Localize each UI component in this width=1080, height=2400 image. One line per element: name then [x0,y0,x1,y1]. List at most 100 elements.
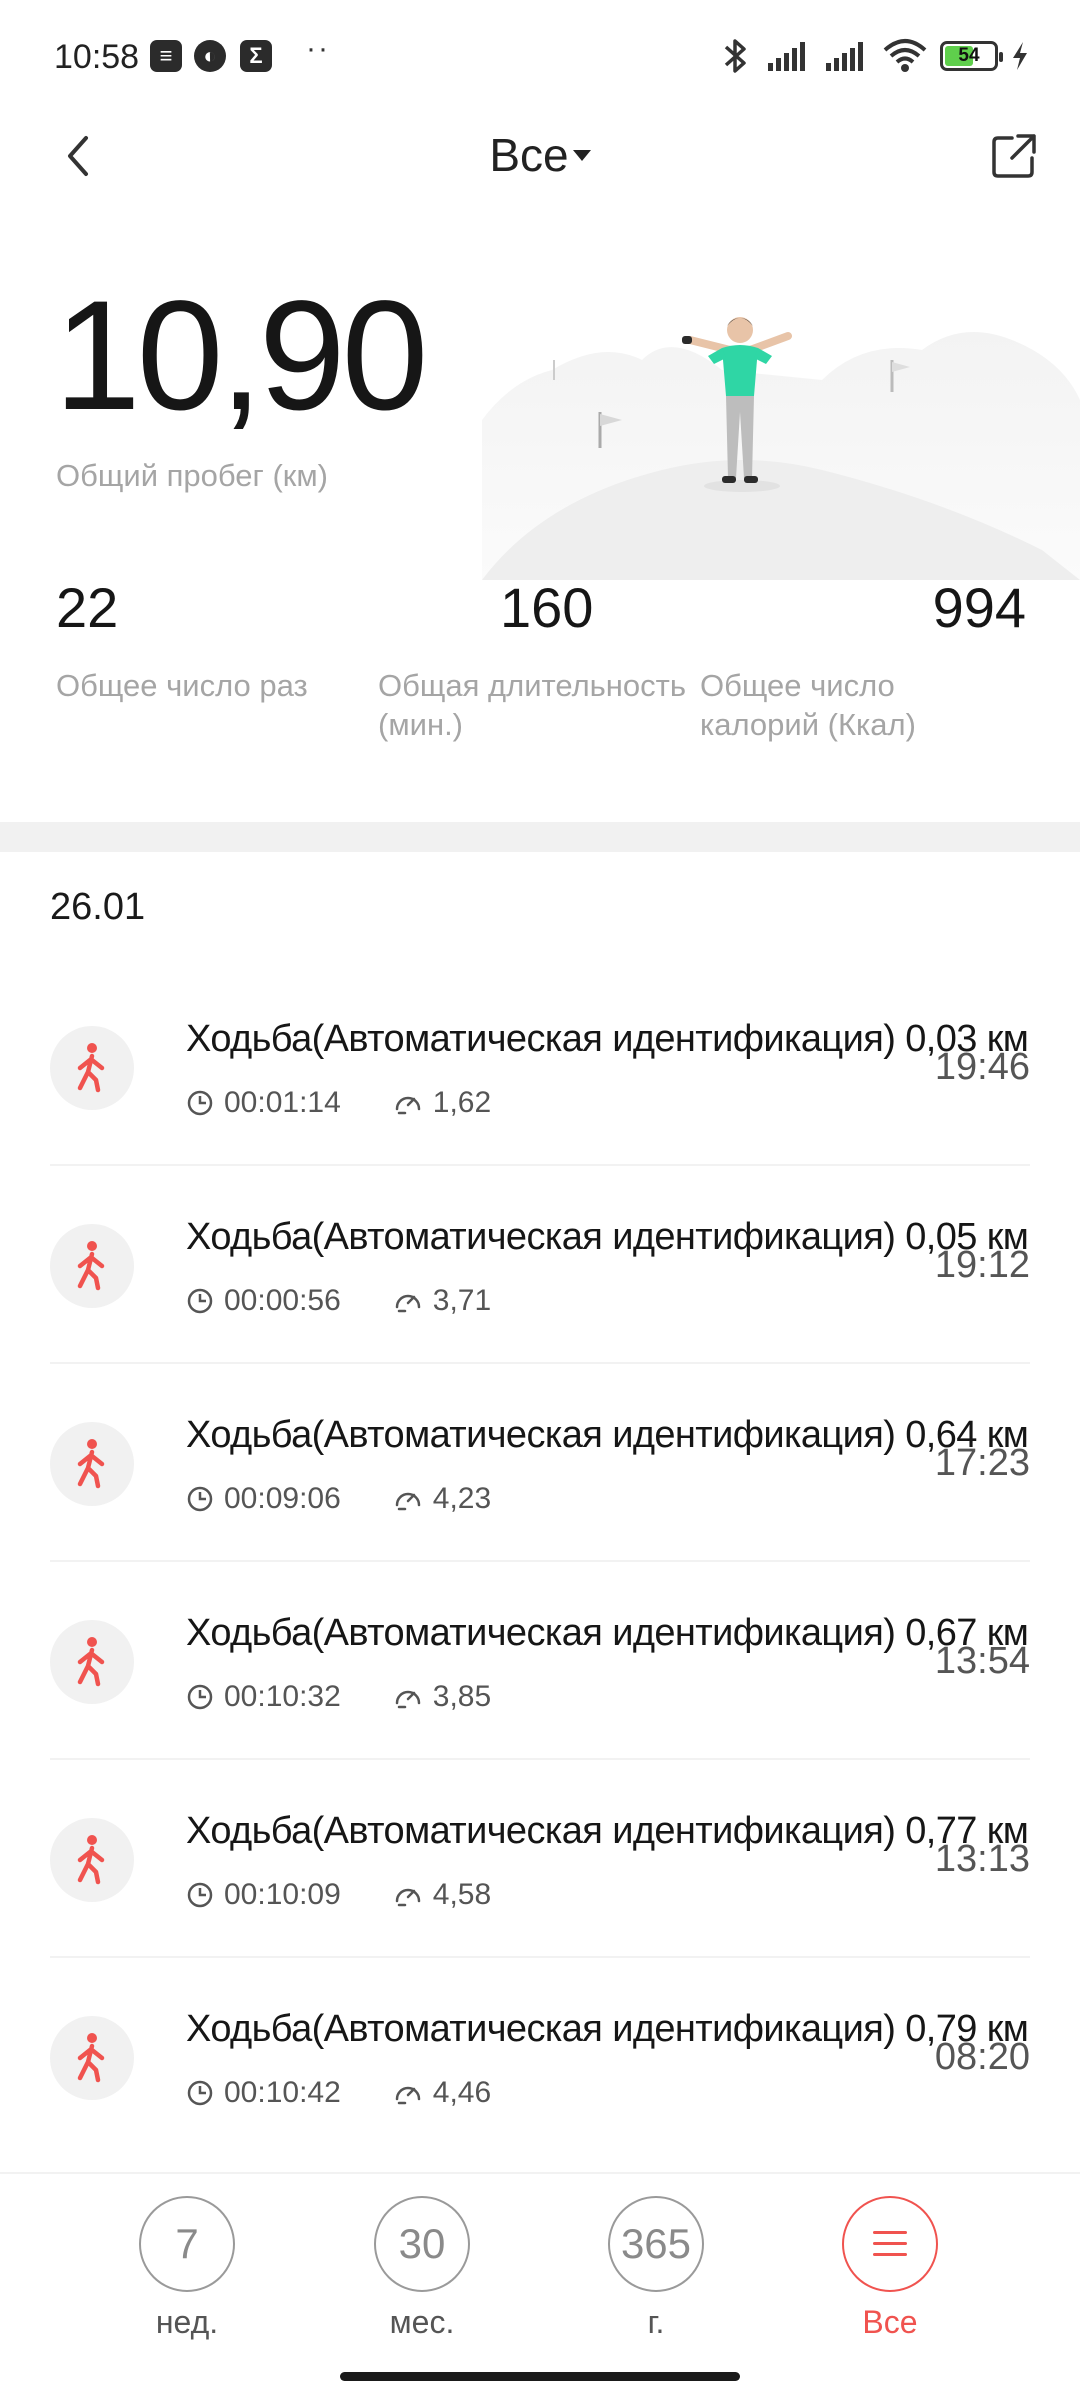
menu-icon [873,2230,907,2257]
nav-label: нед. [155,2304,219,2340]
activity-time: 08:20 [934,2036,1030,2078]
nav-week[interactable]: 7 нед. [117,2196,257,2341]
stat-total-calories: 994 Общее число калорий (Ккал) [700,580,1026,744]
caret-down-icon [572,150,591,161]
activity-speed: 4,23 [432,1482,492,1515]
nav-label: г. [647,2304,665,2340]
nav-circle: 30 [374,2196,470,2292]
walking-avatar [50,1224,134,1308]
stat-total-duration: 160 Общая длительность (мин.) [378,580,696,744]
speedometer-icon [395,1492,421,1511]
speedometer-icon [395,1096,421,1115]
walking-icon [77,1835,105,1885]
activity-title: Ходьба(Автоматическая идентификация) [186,1612,896,1654]
speedometer-icon [395,1888,421,1907]
nav-circle [842,2196,938,2292]
celebration-illustration [482,317,1080,580]
sigma-icon: Σ [240,40,272,72]
clock-icon [187,1486,213,1512]
walking-avatar [50,1620,134,1704]
more-notifications-icon: ·· [306,32,330,65]
signal-icon [768,42,805,71]
list-item[interactable]: Ходьба(Автоматическая идентификация) 0,7… [0,1958,1080,2156]
activity-duration: 00:10:32 [224,1680,341,1713]
clock-icon [187,1882,213,1908]
share-icon[interactable] [988,130,1040,182]
nav-year[interactable]: 365 г. [586,2196,726,2341]
walking-icon [77,2033,105,2083]
activity-duration: 00:10:09 [224,1878,341,1911]
list-item[interactable]: Ходьба(Автоматическая идентификация) 0,0… [0,1166,1080,1364]
clock-icon [187,1684,213,1710]
nav-month[interactable]: 30 мес. [352,2196,492,2341]
activity-time: 17:23 [934,1442,1030,1484]
stat-value: 22 [56,576,119,639]
bluetooth-icon [724,39,746,73]
activity-speed: 4,46 [432,2076,492,2109]
total-distance-value: 10,90 [54,269,428,443]
status-bar: 10:58 ≡ ◐ Σ ·· 54 [0,0,1080,118]
activity-meta: 00:01:14 1,62 [186,1086,491,1120]
date-header: 26.01 [50,886,146,928]
activity-speed: 3,85 [432,1680,492,1713]
activity-time: 19:12 [934,1244,1030,1286]
list-item[interactable]: Ходьба(Автоматическая идентификация) 0,6… [0,1364,1080,1562]
activity-meta: 00:09:06 4,23 [186,1482,491,1516]
app-icon: ◐ [194,40,226,72]
stat-total-count: 22 Общее число раз [56,580,336,705]
walking-icon [77,1241,105,1291]
activity-speed: 1,62 [432,1086,492,1119]
walking-avatar [50,1422,134,1506]
activity-title-line: Ходьба(Автоматическая идентификация) 0,7… [186,1810,1029,1853]
stat-label: Общая длительность (мин.) [378,668,687,742]
nav-label: мес. [389,2304,455,2340]
activity-meta: 00:10:42 4,46 [186,2076,491,2110]
status-indicators: 54 [718,36,1030,76]
activity-title-line: Ходьба(Автоматическая идентификация) 0,6… [186,1612,1029,1655]
list-item[interactable]: Ходьба(Автоматическая идентификация) 0,0… [0,968,1080,1166]
walking-icon [77,1043,105,1093]
activity-meta: 00:10:09 4,58 [186,1878,491,1912]
activity-title-line: Ходьба(Автоматическая идентификация) 0,7… [186,2008,1029,2051]
stat-label: Общее число раз [56,668,308,703]
walking-icon [77,1439,105,1489]
nav-label: Все [862,2304,918,2340]
list-item[interactable]: Ходьба(Автоматическая идентификация) 0,6… [0,1562,1080,1760]
activity-duration: 00:10:42 [224,2076,341,2109]
battery-icon: 54 [940,41,1003,71]
activity-time: 13:13 [934,1838,1030,1880]
activity-meta: 00:10:32 3,85 [186,1680,491,1714]
speedometer-icon [395,1294,421,1313]
clock-icon [187,1090,213,1116]
activity-list: Ходьба(Автоматическая идентификация) 0,0… [0,968,1080,2156]
activity-duration: 00:09:06 [224,1482,341,1515]
stat-value: 994 [932,576,1026,639]
list-item[interactable]: Ходьба(Автоматическая идентификация) 0,7… [0,1760,1080,1958]
battery-level-text: 54 [958,45,980,66]
activity-title-line: Ходьба(Автоматическая идентификация) 0,0… [186,1018,1029,1061]
stat-label: Общее число калорий (Ккал) [700,668,916,742]
nav-circle: 7 [139,2196,235,2292]
activity-title-line: Ходьба(Автоматическая идентификация) 0,0… [186,1216,1029,1259]
notification-icon: ≡ [150,40,182,72]
nav-all[interactable]: Все [820,2196,960,2341]
walking-avatar [50,1026,134,1110]
walking-icon [77,1637,105,1687]
wifi-icon [883,39,927,72]
activity-time: 19:46 [934,1046,1030,1088]
section-divider [0,822,1080,852]
nav-circle: 365 [608,2196,704,2292]
activity-title: Ходьба(Автоматическая идентификация) [186,1216,896,1258]
status-time: 10:58 [54,38,140,76]
bottom-nav: 7 нед. 30 мес. 365 г. Все [0,2172,1080,2400]
activity-title: Ходьба(Автоматическая идентификация) [186,1018,896,1060]
activity-meta: 00:00:56 3,71 [186,1284,491,1318]
period-dropdown[interactable]: Все [0,128,1080,182]
activity-title: Ходьба(Автоматическая идентификация) [186,1414,896,1456]
activity-title: Ходьба(Автоматическая идентификация) [186,1810,896,1852]
speedometer-icon [395,1690,421,1709]
activity-duration: 00:01:14 [224,1086,341,1119]
signal-icon [826,42,863,71]
home-indicator[interactable] [340,2372,740,2381]
activity-title: Ходьба(Автоматическая идентификация) [186,2008,896,2050]
